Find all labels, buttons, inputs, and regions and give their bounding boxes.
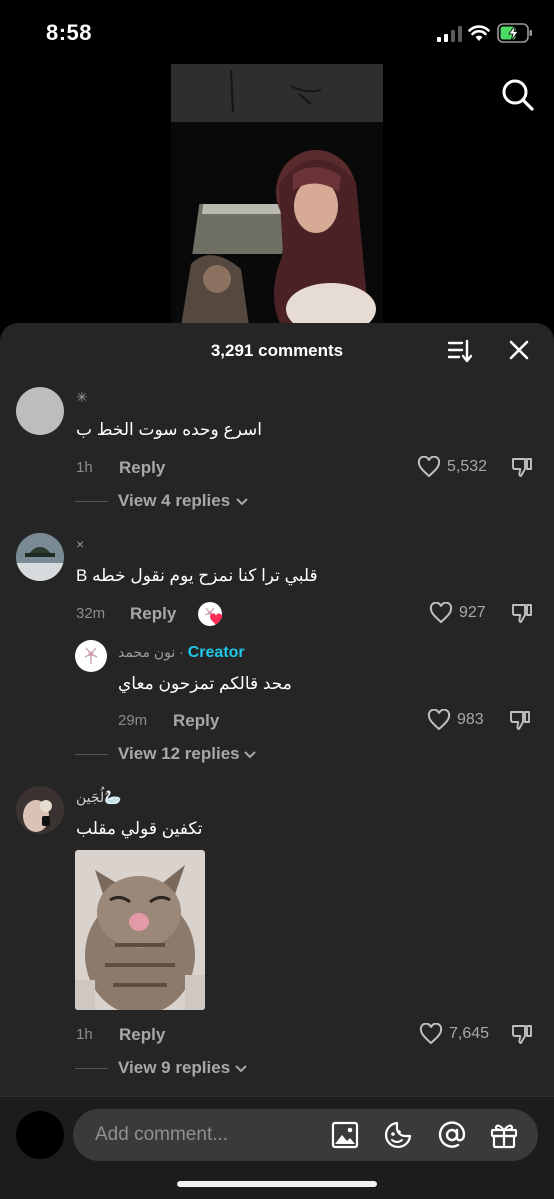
like-count: 927 — [459, 604, 486, 621]
home-indicator — [177, 1181, 377, 1187]
creator-username-line: نون محمد · Creator — [118, 644, 245, 662]
reply-button[interactable]: Reply — [130, 604, 176, 624]
view-replies-label: View 4 replies — [118, 491, 231, 510]
creator-username[interactable]: نون محمد — [118, 644, 175, 660]
comment-input-bar: Add comment... — [0, 1096, 554, 1199]
heart-icon — [427, 709, 451, 731]
flower-icon — [84, 647, 98, 664]
search-icon[interactable] — [499, 76, 535, 112]
avatar[interactable] — [16, 387, 64, 435]
comment-time: 32m — [76, 605, 106, 622]
kitten-photo — [75, 850, 205, 1010]
heart-icon — [419, 1023, 443, 1045]
reply-button[interactable]: Reply — [119, 458, 165, 478]
chevron-down-icon — [235, 1065, 247, 1073]
comment-time: 1h — [76, 1026, 93, 1043]
creator-avatar[interactable] — [75, 640, 107, 672]
comment-username[interactable]: × — [76, 536, 84, 552]
heart-icon — [417, 456, 441, 478]
signal-icon — [437, 26, 462, 42]
comment-input-placeholder: Add comment... — [95, 1124, 229, 1145]
creator-liked-badge — [198, 602, 222, 626]
like-button[interactable]: 7,645 — [419, 1022, 499, 1048]
sticker-icon[interactable] — [383, 1120, 413, 1150]
view-replies-label: View 9 replies — [118, 1058, 231, 1077]
mention-icon[interactable] — [437, 1120, 467, 1150]
battery-charging-icon — [497, 23, 532, 43]
chevron-down-icon — [244, 751, 256, 759]
dislike-icon[interactable] — [510, 1022, 534, 1046]
like-count: 5,532 — [447, 458, 488, 475]
comment-text: تكفين قولي مقلب — [76, 819, 203, 838]
comment-time: 29m — [118, 712, 148, 729]
avatar[interactable] — [16, 533, 64, 581]
like-button[interactable]: 5,532 — [417, 455, 497, 481]
view-replies-button[interactable]: View 9 replies — [75, 1058, 255, 1080]
heart-icon — [429, 602, 453, 624]
like-button[interactable]: 927 — [429, 601, 499, 627]
reply-button[interactable]: Reply — [119, 1025, 165, 1045]
like-count: 7,645 — [449, 1025, 490, 1042]
divider-line — [75, 501, 108, 502]
separator-dot: · — [175, 644, 188, 660]
comment-text: اسرع وحده سوت الخط ب — [76, 420, 262, 439]
comment-text: قلبي ترا كنا نمزح يوم نقول خطه B — [76, 566, 318, 585]
view-replies-label: View 12 replies — [118, 744, 240, 763]
divider-line — [75, 754, 108, 755]
like-button[interactable]: 983 — [427, 708, 497, 734]
avatar[interactable] — [16, 786, 64, 834]
image-icon[interactable] — [330, 1120, 360, 1150]
dislike-icon[interactable] — [508, 708, 532, 732]
avatar-image — [16, 786, 64, 834]
comment-input[interactable]: Add comment... — [73, 1109, 538, 1161]
avatar-image — [16, 533, 64, 581]
sort-icon[interactable] — [447, 338, 473, 364]
comments-panel: 3,291 comments ✳ اسرع وحده سوت الخط ب 1h… — [0, 323, 554, 1199]
status-time: 8:58 — [46, 20, 93, 45]
view-replies-button[interactable]: View 12 replies — [75, 744, 265, 766]
gift-icon[interactable] — [489, 1120, 519, 1150]
status-bar: 8:58 — [0, 0, 554, 64]
close-icon[interactable] — [508, 339, 530, 361]
my-avatar[interactable] — [16, 1111, 64, 1159]
wifi-icon — [468, 25, 490, 41]
video-frame-image — [171, 64, 383, 326]
video-thumbnail[interactable] — [171, 64, 383, 326]
dislike-icon[interactable] — [510, 455, 534, 479]
comment-text: محد قالكم تمزحون معاي — [118, 674, 292, 693]
heart-icon — [210, 613, 222, 625]
comment-image-kitten[interactable] — [75, 850, 205, 1010]
dislike-icon[interactable] — [510, 601, 534, 625]
creator-tag: Creator — [187, 644, 245, 661]
chevron-down-icon — [236, 498, 248, 506]
comment-username[interactable]: لُجَين🦢 — [76, 789, 122, 806]
view-replies-button[interactable]: View 4 replies — [75, 491, 255, 513]
comment-time: 1h — [76, 459, 93, 476]
divider-line — [75, 1068, 108, 1069]
like-count: 983 — [457, 711, 484, 728]
comment-username[interactable]: ✳ — [76, 389, 88, 406]
reply-button[interactable]: Reply — [173, 711, 219, 731]
